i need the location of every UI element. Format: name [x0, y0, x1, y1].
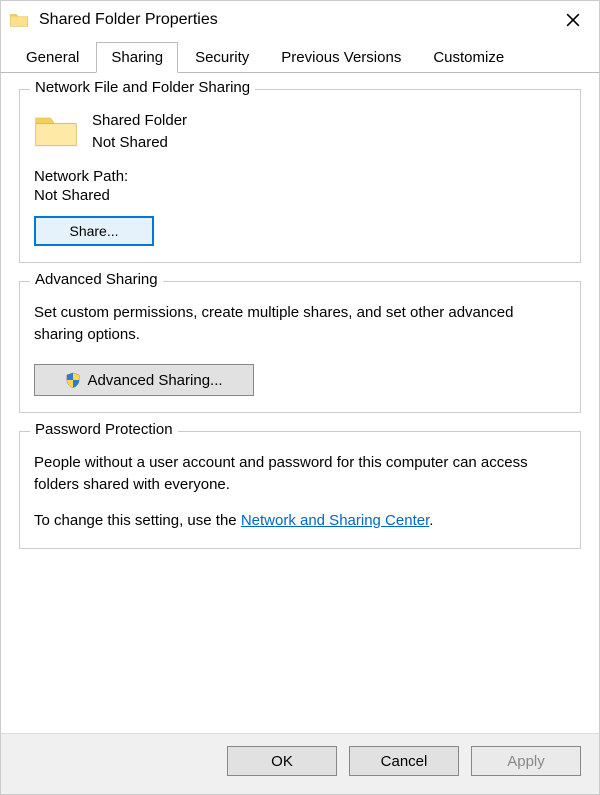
advanced-sharing-group: Advanced Sharing Set custom permissions,… — [19, 281, 581, 413]
folder-info-row: Shared Folder Not Shared — [34, 110, 566, 154]
properties-window: Shared Folder Properties General Sharing… — [0, 0, 600, 795]
tab-security[interactable]: Security — [180, 42, 264, 72]
password-change-suffix: . — [429, 512, 433, 529]
shield-icon — [65, 372, 81, 388]
advanced-sharing-button[interactable]: Advanced Sharing... — [34, 364, 254, 396]
share-button[interactable]: Share... — [34, 216, 154, 246]
folder-large-icon — [34, 112, 78, 150]
window-title: Shared Folder Properties — [39, 11, 555, 29]
password-change-text: To change this setting, use the Network … — [34, 510, 566, 532]
apply-button: Apply — [471, 746, 581, 776]
folder-text: Shared Folder Not Shared — [92, 110, 187, 154]
ok-button[interactable]: OK — [227, 746, 337, 776]
tab-general[interactable]: General — [11, 42, 94, 72]
tabstrip: General Sharing Security Previous Versio… — [1, 39, 599, 73]
password-protection-group: Password Protection People without a use… — [19, 431, 581, 549]
network-path-value: Not Shared — [34, 187, 566, 204]
cancel-button[interactable]: Cancel — [349, 746, 459, 776]
close-button[interactable] — [555, 5, 591, 35]
dialog-buttons: OK Cancel Apply — [1, 733, 599, 794]
password-description: People without a user account and passwo… — [34, 452, 566, 496]
folder-name: Shared Folder — [92, 110, 187, 132]
password-change-prefix: To change this setting, use the — [34, 512, 241, 529]
advanced-sharing-title: Advanced Sharing — [30, 271, 163, 288]
tab-sharing[interactable]: Sharing — [96, 42, 178, 73]
titlebar: Shared Folder Properties — [1, 1, 599, 39]
folder-icon — [9, 12, 29, 28]
network-path-label: Network Path: — [34, 168, 566, 185]
advanced-sharing-button-label: Advanced Sharing... — [87, 372, 222, 389]
network-sharing-title: Network File and Folder Sharing — [30, 79, 255, 96]
tab-content: Network File and Folder Sharing Shared F… — [1, 73, 599, 733]
network-sharing-center-link[interactable]: Network and Sharing Center — [241, 512, 429, 529]
tab-customize[interactable]: Customize — [418, 42, 519, 72]
share-button-label: Share... — [69, 223, 118, 239]
password-protection-title: Password Protection — [30, 421, 178, 438]
tab-previous-versions[interactable]: Previous Versions — [266, 42, 416, 72]
network-sharing-group: Network File and Folder Sharing Shared F… — [19, 89, 581, 263]
folder-status: Not Shared — [92, 132, 187, 154]
advanced-sharing-description: Set custom permissions, create multiple … — [34, 302, 566, 346]
